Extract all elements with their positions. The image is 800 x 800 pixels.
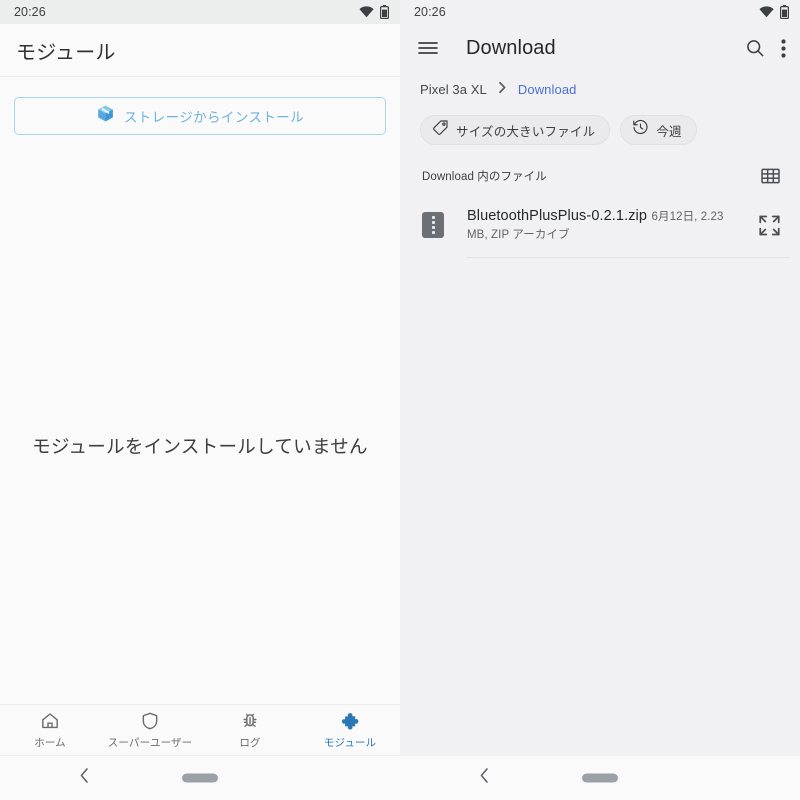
battery-icon [780,5,789,19]
empty-state-message: モジュールをインストールしていません [32,436,368,457]
package-box-icon [96,104,115,128]
chevron-left-icon[interactable] [478,766,491,790]
chevron-right-icon [498,81,507,97]
bottom-navigation-bar: ホーム スーパーユーザー ログ モジュール [0,704,400,756]
install-from-storage-label: ストレージからインストール [123,110,305,125]
status-bar-icons [759,5,789,19]
page-title: モジュール [16,41,116,64]
nav-item-modules[interactable]: モジュール [300,705,400,755]
chevron-left-icon[interactable] [78,766,91,790]
hamburger-menu-icon[interactable] [418,41,438,55]
dual-phone-screenshot: 20:26 モジュール ストレージからインストール モジュールをインストールして… [0,0,800,800]
file-meta: BluetoothPlusPlus-0.2.1.zip 6月12日, 2.23 … [467,207,747,243]
left-app-bar: モジュール [0,24,400,77]
right-system-nav-bar [400,756,800,800]
chip-this-week[interactable]: 今週 [620,115,697,145]
wifi-icon [759,6,774,18]
chip-large-files-label: サイズの大きいファイル [456,124,596,139]
nav-item-modules-label: モジュール [323,736,377,749]
nav-item-superuser[interactable]: スーパーユーザー [100,705,200,755]
breadcrumb: Pixel 3a XL Download [400,72,800,106]
app-bar-actions [745,38,786,58]
files-section-title: Download 内のファイル [422,171,547,183]
files-page-title: Download [466,36,556,59]
breadcrumb-item-current[interactable]: Download [518,82,577,97]
chip-this-week-label: 今週 [656,124,682,139]
file-list-divider [467,257,790,259]
battery-icon [380,5,389,19]
wifi-icon [359,6,374,18]
left-status-bar: 20:26 [0,0,400,24]
home-icon [40,711,60,732]
file-name: BluetoothPlusPlus-0.2.1.zip [467,208,648,224]
zip-archive-icon [422,212,444,239]
install-button-container: ストレージからインストール [0,77,400,135]
file-list-item[interactable]: BluetoothPlusPlus-0.2.1.zip 6月12日, 2.23 … [400,198,800,243]
status-bar-icons [359,5,389,19]
files-app-bar: Download [400,24,800,72]
install-from-storage-button[interactable]: ストレージからインストール [14,97,386,135]
tag-icon [432,119,449,141]
files-section-header: Download 内のファイル [400,154,800,198]
grid-view-icon[interactable] [761,168,780,184]
overflow-menu-icon[interactable] [781,38,786,58]
nav-item-log-label: ログ [239,736,261,749]
expand-fullscreen-icon[interactable] [757,213,782,238]
filter-chip-row: サイズの大きいファイル 今週 [400,106,800,145]
right-status-bar: 20:26 [400,0,800,24]
search-icon[interactable] [745,38,765,58]
file-list: BluetoothPlusPlus-0.2.1.zip 6月12日, 2.23 … [400,198,800,756]
nav-item-home-label: ホーム [34,736,66,749]
shield-icon [140,711,160,732]
left-phone-panel: 20:26 モジュール ストレージからインストール モジュールをインストールして… [0,0,400,800]
nav-item-superuser-label: スーパーユーザー [107,736,193,749]
home-pill-handle[interactable] [182,773,218,783]
breadcrumb-item-root[interactable]: Pixel 3a XL [420,82,487,97]
bug-icon [240,711,260,732]
status-bar-time: 20:26 [14,4,46,19]
left-system-nav-bar [0,756,400,800]
history-clock-icon [632,119,649,141]
nav-item-log[interactable]: ログ [200,705,300,755]
home-pill-handle[interactable] [582,773,618,783]
chip-large-files[interactable]: サイズの大きいファイル [420,115,611,145]
right-phone-panel: 20:26 Download Pixel 3a XL Download サイズの… [400,0,800,800]
left-content-body: モジュールをインストールしていません [0,135,400,704]
puzzle-piece-icon [340,711,361,732]
status-bar-time: 20:26 [414,4,446,19]
nav-item-home[interactable]: ホーム [0,705,100,755]
